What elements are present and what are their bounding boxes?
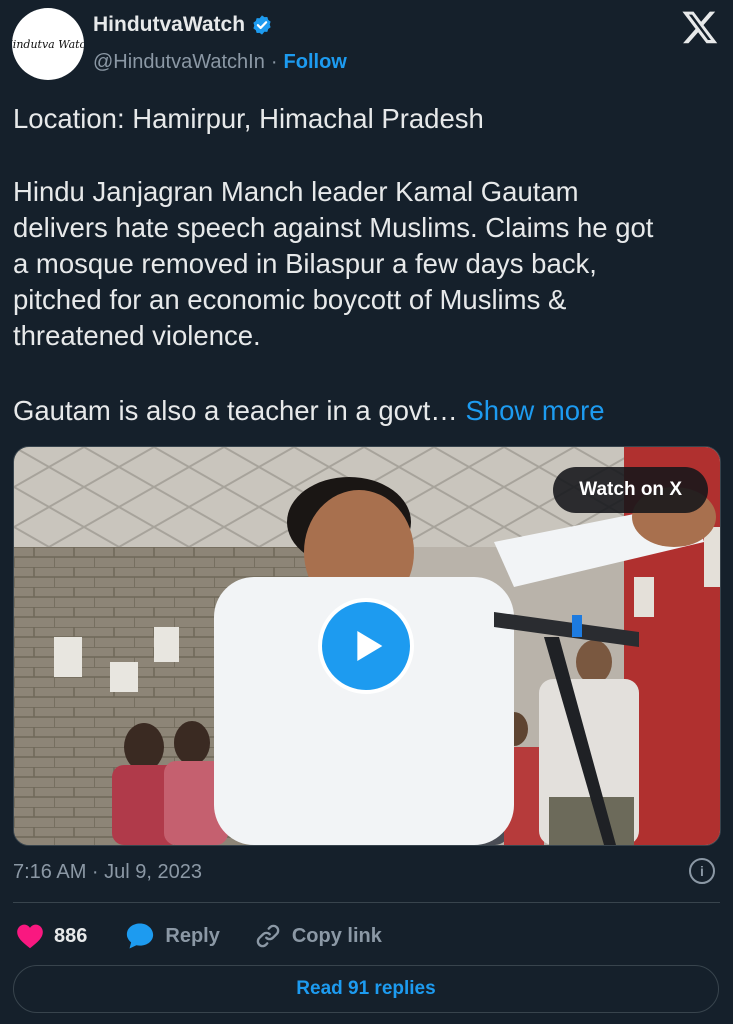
divider [13,902,720,903]
post-location-line: Location: Hamirpur, Himachal Pradesh [13,103,484,134]
watch-on-x-button[interactable]: Watch on X [553,467,708,513]
account-name[interactable]: HindutvaWatch [93,13,245,37]
info-icon[interactable]: i [689,858,715,884]
post-body-line: Hindu Janjagran Manch leader Kamal Gauta… [13,176,579,207]
link-icon [256,924,280,948]
post-body-line: delivers hate speech against Muslims. Cl… [13,212,654,243]
post-truncated-text: Gautam is also a teacher in a govt… [13,395,458,426]
separator-dot: · [270,51,278,73]
video-thumbnail[interactable]: Watch on X [13,446,721,846]
follow-button[interactable]: Follow [284,51,347,74]
verified-badge-icon [253,15,271,35]
action-bar: 886 Reply Copy link [16,920,382,952]
account-handle[interactable]: @HindutvaWatchIn [93,51,265,74]
reply-label: Reply [165,924,220,947]
show-more-link[interactable]: Show more [465,395,604,426]
copy-link-label: Copy link [291,924,382,947]
post-body-line: a mosque removed in Bilaspur a few days … [13,248,597,279]
copy-link-button[interactable]: Copy link [254,922,382,950]
avatar-logo-text: Hindutva Watch [12,37,84,51]
post-timestamp[interactable]: 7:16 AM · Jul 9, 2023 [13,861,202,884]
play-button[interactable] [318,598,414,694]
post-body-line: threatened violence. [13,320,261,351]
like-button[interactable]: 886 [16,923,87,949]
like-count: 886 [54,924,88,947]
account-name-row[interactable]: HindutvaWatch [93,13,273,37]
play-icon [357,631,383,661]
handle-row: @HindutvaWatchIn · Follow [93,51,347,74]
avatar[interactable]: Hindutva Watch [12,8,84,80]
x-logo-icon[interactable] [681,8,719,46]
reply-button[interactable]: Reply [125,922,220,950]
post-truncated-line: Gautam is also a teacher in a govt… Show… [13,393,605,429]
reply-bubble-icon [127,923,154,949]
heart-icon [17,924,43,949]
read-replies-button[interactable]: Read 91 replies [13,965,719,1013]
post-body-line: pitched for an economic boycott of Musli… [13,284,567,315]
